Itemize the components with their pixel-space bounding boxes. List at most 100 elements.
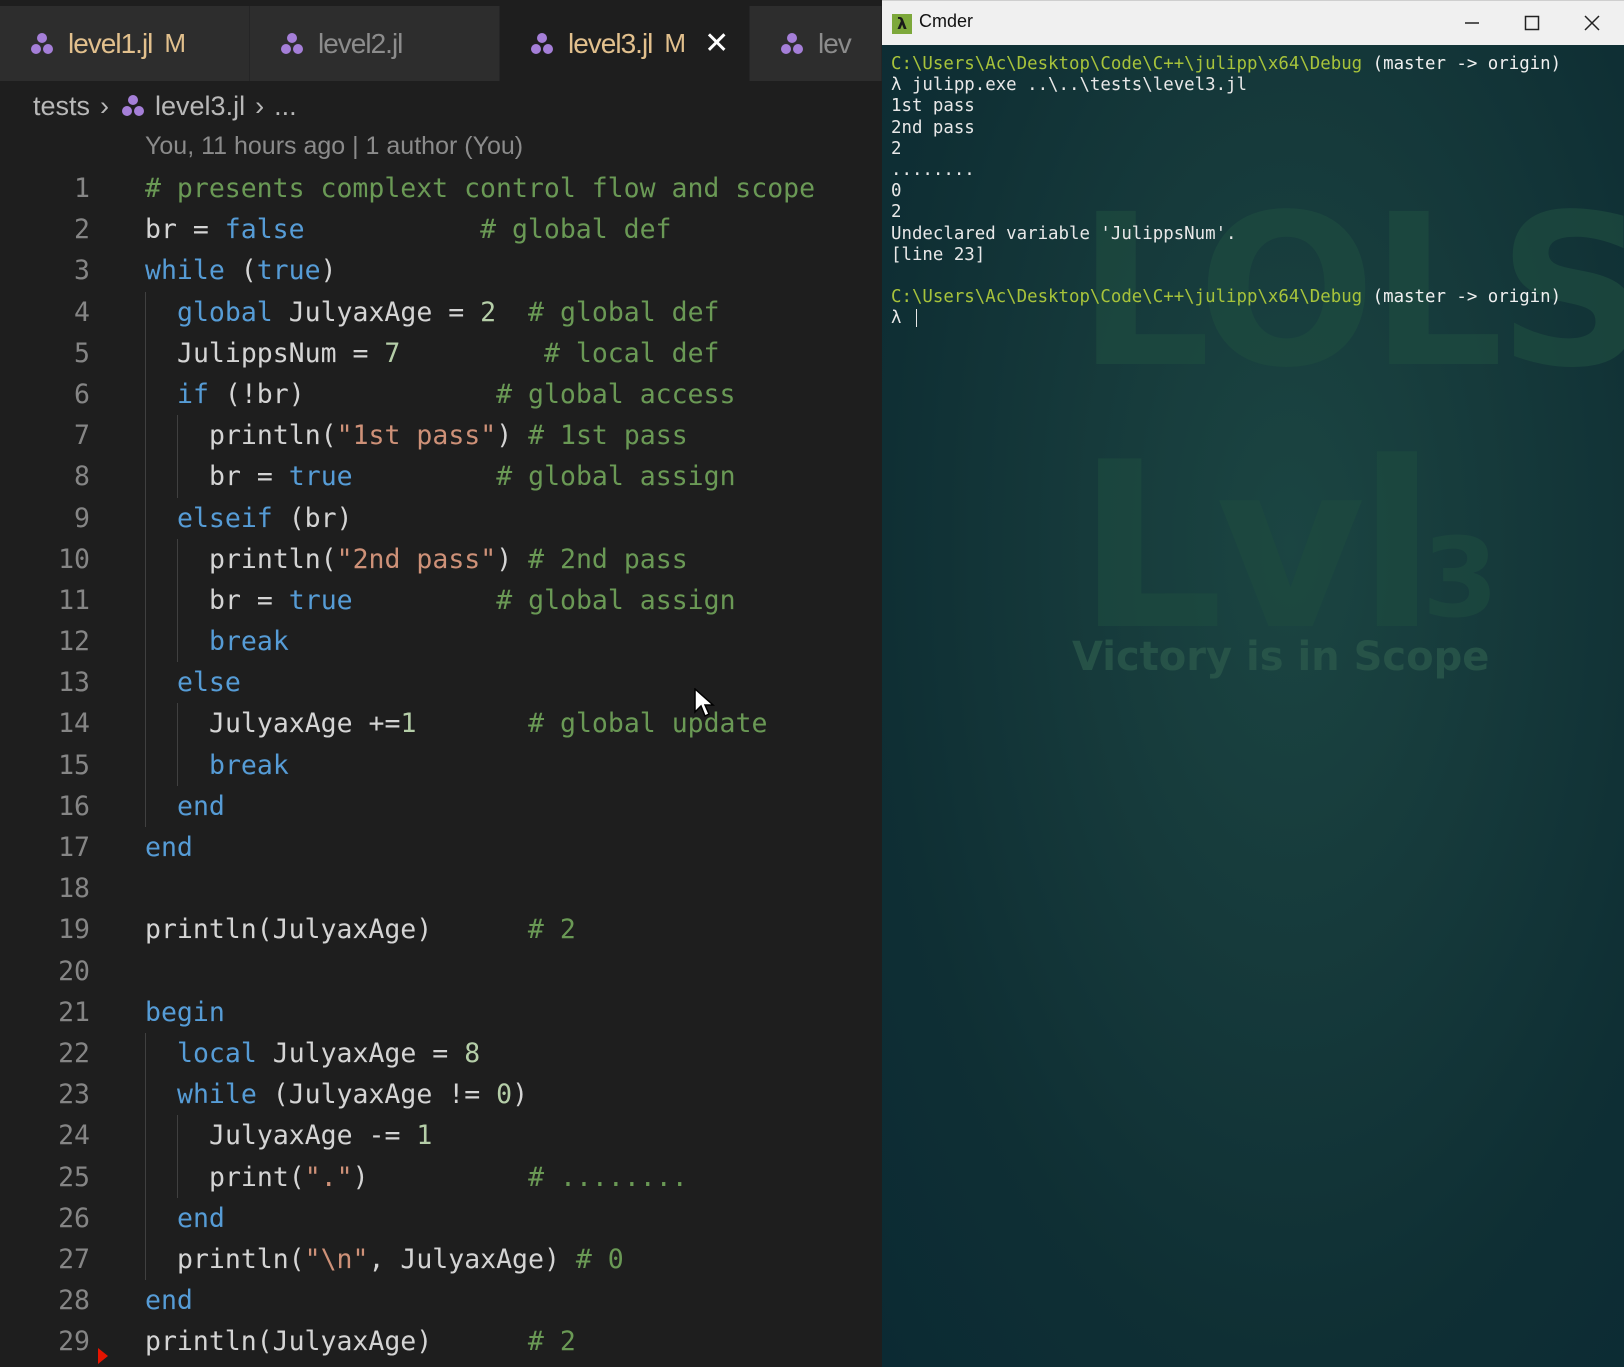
indent-guide: [177, 1156, 178, 1198]
code-line[interactable]: 15 break: [0, 744, 882, 786]
line-number: 6: [74, 378, 90, 410]
code-token: # 2nd pass: [528, 543, 688, 575]
indent-guide: [177, 579, 178, 622]
maximize-button[interactable]: [1502, 1, 1562, 45]
line-number: 29: [58, 1326, 90, 1358]
minimize-button[interactable]: [1442, 1, 1502, 45]
code-text: br = true # global assign: [209, 580, 736, 621]
code-line[interactable]: 19 println(JulyaxAge) # 2: [0, 909, 882, 950]
line-number: 10: [58, 543, 90, 575]
window-title-bar[interactable]: λ Cmder: [882, 0, 1624, 45]
terminal-body[interactable]: LOLS Lvl 3 Victory is in Scope C:\Users\…: [882, 44, 1624, 1367]
indent-guide: [145, 497, 146, 539]
close-window-button[interactable]: [1562, 1, 1622, 45]
terminal-output[interactable]: C:\Users\Ac\Desktop\Code\C++\julipp\x64\…: [891, 54, 1561, 329]
git-blame-lens[interactable]: You, 11 hours ago | 1 author (You): [145, 132, 523, 161]
tab-lev[interactable]: lev: [750, 6, 882, 81]
code-editor[interactable]: level1.jl Mlevel2.jl level3.jl M ✕ lev tests …: [0, 0, 882, 1367]
code-line[interactable]: 6 if (!br) # global access: [0, 373, 882, 416]
code-text: print(".") # ........: [209, 1157, 688, 1198]
julia-file-icon: [31, 32, 53, 54]
indent-guide: [145, 662, 146, 704]
code-line[interactable]: 26 end: [0, 1197, 882, 1239]
code-token: (br): [272, 502, 353, 534]
code-line[interactable]: 23 while (JulyaxAge != 0): [0, 1074, 882, 1116]
line-number: 23: [58, 1079, 90, 1111]
tab-label: level2.jl: [318, 27, 403, 59]
text-cursor: [915, 309, 917, 328]
tab-level3-jl[interactable]: level3.jl M ✕: [500, 6, 750, 81]
code-token: br =: [145, 214, 225, 246]
code-area[interactable]: 1 # presents complext control flow and sc…: [0, 168, 882, 1362]
line-number: 19: [58, 914, 90, 946]
code-token: println(: [177, 1243, 305, 1275]
code-line[interactable]: 1 # presents complext control flow and sc…: [0, 168, 882, 209]
breadcrumb-more[interactable]: ...: [274, 91, 297, 122]
cmder-window[interactable]: λ Cmder LOLS Lvl 3 Victory is in Scope C…: [882, 0, 1624, 1367]
code-token: ): [352, 1161, 529, 1193]
code-line[interactable]: 13 else: [0, 662, 882, 704]
watermark-level-number: 3: [1422, 514, 1499, 642]
code-token: # 2: [527, 1326, 576, 1358]
code-token: break: [209, 749, 289, 781]
line-number: 22: [58, 1037, 90, 1069]
breakpoint-marker[interactable]: [98, 1348, 108, 1364]
code-line[interactable]: 16 end: [0, 785, 882, 827]
code-line[interactable]: 29 println(JulyaxAge) # 2: [0, 1321, 882, 1362]
code-line[interactable]: 10 println("2nd pass") # 2nd pass: [0, 538, 882, 580]
code-text: begin: [145, 992, 225, 1033]
code-token: # ........: [528, 1161, 688, 1193]
tab-level1-jl[interactable]: level1.jl M: [0, 6, 250, 81]
code-line[interactable]: 17 end: [0, 827, 882, 868]
code-token: true: [288, 584, 353, 616]
breadcrumb-file[interactable]: level3.jl: [155, 91, 245, 122]
code-line[interactable]: 2 br = false # global def: [0, 209, 882, 250]
breadcrumb-folder[interactable]: tests: [33, 91, 90, 122]
code-line[interactable]: 20: [0, 951, 882, 992]
code-token: (JulyaxAge !=: [256, 1079, 497, 1111]
line-number: 28: [58, 1285, 90, 1317]
line-number: 8: [74, 461, 90, 493]
indent-guide: [145, 744, 146, 786]
code-line[interactable]: 21 begin: [0, 992, 882, 1033]
line-number: 12: [58, 626, 90, 658]
code-line[interactable]: 11 br = true # global assign: [0, 579, 882, 622]
code-line[interactable]: 25 print(".") # ........: [0, 1156, 882, 1198]
indent-guide: [145, 621, 146, 663]
code-line[interactable]: 4 global JulyaxAge = 2 # global def: [0, 291, 882, 333]
indent-guide: [145, 456, 146, 498]
julia-file-icon: [122, 95, 145, 116]
indent-guide: [145, 332, 146, 374]
code-line[interactable]: 5 JulippsNum = 7 # local def: [0, 332, 882, 374]
code-line[interactable]: 28 end: [0, 1280, 882, 1321]
line-number: 1: [74, 173, 90, 204]
code-token: println(: [209, 420, 337, 452]
modified-badge: M: [164, 28, 187, 58]
tab-level2-jl[interactable]: level2.jl: [250, 6, 500, 81]
code-line[interactable]: 7 println("1st pass") # 1st pass: [0, 415, 882, 457]
terminal-line: λ: [891, 308, 1561, 329]
code-line[interactable]: 3 while (true): [0, 250, 882, 291]
code-line[interactable]: 8 br = true # global assign: [0, 456, 882, 498]
terminal-line: 2: [891, 139, 1561, 160]
chevron-right-icon: ›: [255, 90, 265, 121]
code-text: else: [177, 662, 241, 703]
close-tab-icon[interactable]: ✕: [704, 26, 729, 61]
code-line[interactable]: 14 JulyaxAge +=1 # global update: [0, 703, 882, 745]
code-line[interactable]: 12 break: [0, 621, 882, 663]
code-text: end: [145, 1280, 193, 1321]
code-line[interactable]: 9 elseif (br): [0, 497, 882, 539]
code-token: true: [256, 255, 321, 287]
prompt-path: C:\Users\Ac\Desktop\Code\C++\julipp\x64\…: [891, 287, 1363, 308]
terminal-line: 2: [891, 202, 1561, 223]
code-token: ): [496, 420, 529, 452]
code-token: JulyaxAge =: [272, 296, 481, 328]
code-line[interactable]: 27 println("\n", JulyaxAge) # 0: [0, 1238, 882, 1281]
code-line[interactable]: 22 local JulyaxAge = 8: [0, 1032, 882, 1075]
terminal-text: [line 23]: [891, 244, 986, 265]
code-line[interactable]: 24 JulyaxAge -= 1: [0, 1115, 882, 1157]
code-line[interactable]: 18: [0, 868, 882, 909]
